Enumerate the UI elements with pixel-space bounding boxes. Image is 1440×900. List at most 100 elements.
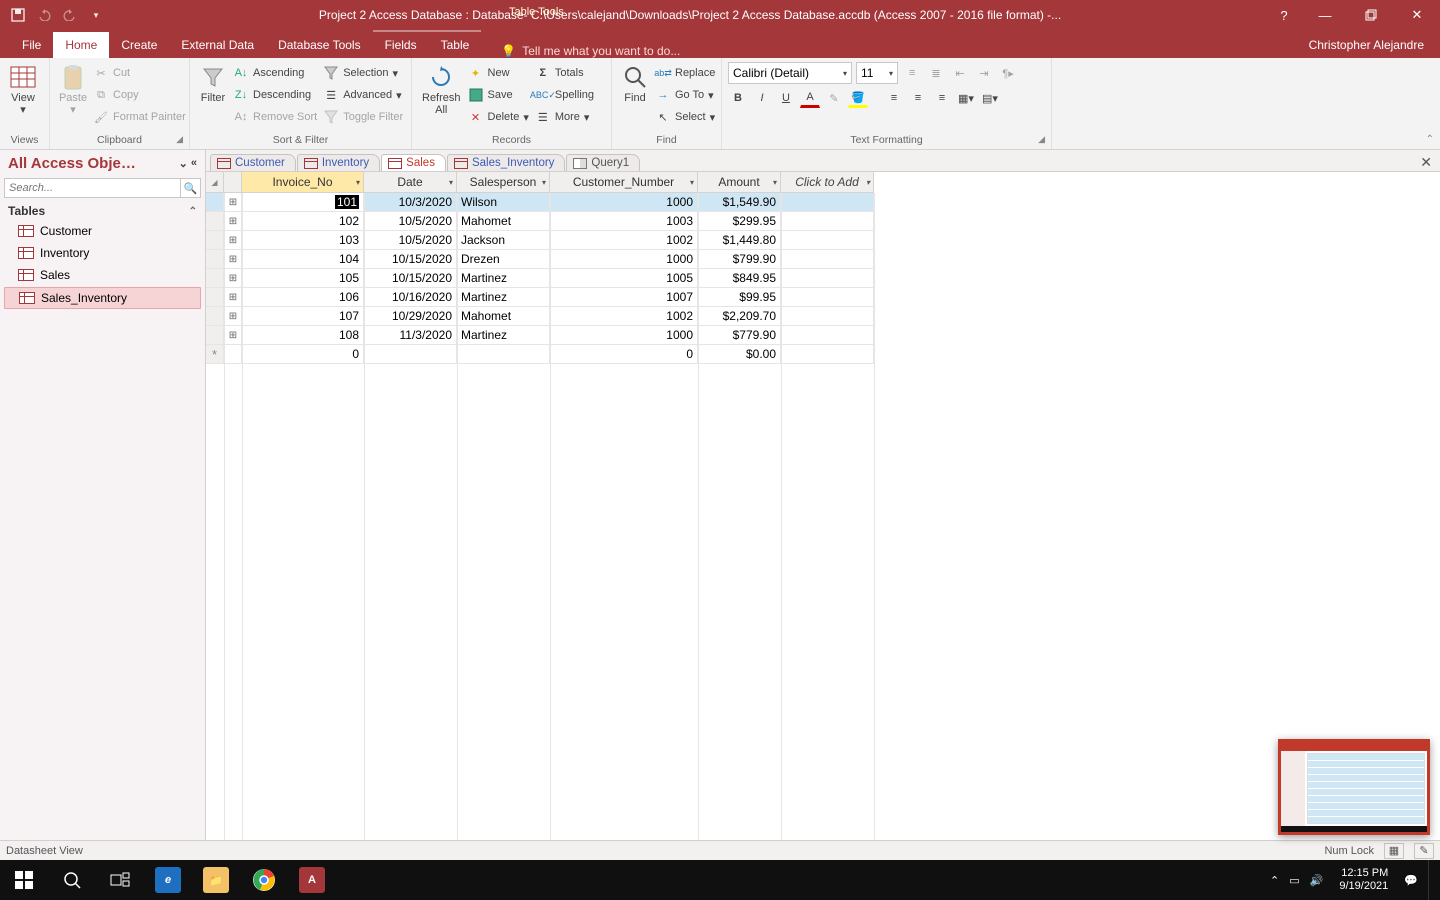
cell-salesperson[interactable]: Drezen: [457, 250, 550, 269]
decrease-indent-button[interactable]: ⇤: [950, 63, 970, 83]
expand-row-button[interactable]: ⊞: [224, 307, 242, 326]
bullets-button[interactable]: ≡: [902, 63, 922, 83]
cell-date[interactable]: 10/15/2020: [364, 250, 457, 269]
close-button[interactable]: ✕: [1394, 0, 1440, 30]
alt-row-color-button[interactable]: ▤▾: [980, 88, 1000, 108]
cell-empty[interactable]: [781, 212, 874, 231]
expand-row-button[interactable]: ⊞: [224, 326, 242, 345]
objtab-inventory[interactable]: Inventory: [297, 154, 380, 171]
cell-empty[interactable]: [781, 345, 874, 364]
col-amount[interactable]: Amount▾: [698, 172, 781, 193]
expand-row-button[interactable]: ⊞: [224, 288, 242, 307]
bold-button[interactable]: B: [728, 88, 748, 108]
objtab-sales-inventory[interactable]: Sales_Inventory: [447, 154, 565, 171]
cell-customer-number[interactable]: 1000: [550, 250, 698, 269]
row-selector[interactable]: [206, 193, 224, 212]
col-invoice-no[interactable]: Invoice_No▾: [242, 172, 364, 193]
highlight-button[interactable]: ✎: [824, 88, 844, 108]
align-right-button[interactable]: ≡: [932, 88, 952, 108]
taskbar-access[interactable]: A: [288, 860, 336, 900]
align-center-button[interactable]: ≡: [908, 88, 928, 108]
cell-empty[interactable]: [781, 250, 874, 269]
nav-item-inventory[interactable]: Inventory: [4, 243, 201, 263]
row-selector[interactable]: [206, 212, 224, 231]
remove-sort-button[interactable]: A↕Remove Sort: [230, 106, 320, 128]
nav-collapse-button[interactable]: «: [191, 157, 197, 170]
expand-row-button[interactable]: ⊞: [224, 231, 242, 250]
cell-empty[interactable]: [781, 326, 874, 345]
align-left-button[interactable]: ≡: [884, 88, 904, 108]
col-date[interactable]: Date▾: [364, 172, 457, 193]
taskbar-explorer[interactable]: 📁: [192, 860, 240, 900]
nav-item-sales[interactable]: Sales: [4, 265, 201, 285]
cell-empty[interactable]: [781, 269, 874, 288]
cell-empty[interactable]: [781, 307, 874, 326]
row-selector[interactable]: [206, 250, 224, 269]
spelling-button[interactable]: ABC✓Spelling: [532, 84, 597, 106]
refresh-all-button[interactable]: Refresh All: [418, 62, 465, 118]
font-color-button[interactable]: A: [800, 88, 820, 108]
expand-row-button[interactable]: ⊞: [224, 250, 242, 269]
select-all-cell[interactable]: ◢: [206, 172, 224, 193]
cell-amount[interactable]: $299.95: [698, 212, 781, 231]
redo-button[interactable]: [58, 3, 82, 27]
tray-chevron-icon[interactable]: ⌃: [1270, 874, 1279, 887]
maximize-button[interactable]: [1348, 0, 1394, 30]
tray-network-icon[interactable]: ▭: [1289, 874, 1299, 887]
cell-customer-number[interactable]: 1005: [550, 269, 698, 288]
row-selector[interactable]: [206, 288, 224, 307]
view-button[interactable]: View▾: [6, 62, 40, 118]
underline-button[interactable]: U: [776, 88, 796, 108]
cut-button[interactable]: ✂Cut: [90, 62, 189, 84]
cell-customer-number[interactable]: 1002: [550, 231, 698, 250]
advanced-button[interactable]: ☰Advanced ▾: [320, 84, 406, 106]
cell-date[interactable]: 10/5/2020: [364, 231, 457, 250]
cell-date[interactable]: 10/5/2020: [364, 212, 457, 231]
objtab-query1[interactable]: Query1: [566, 154, 640, 171]
minimize-button[interactable]: ―: [1302, 0, 1348, 30]
descending-button[interactable]: Z↓Descending: [230, 84, 320, 106]
delete-button[interactable]: ✕Delete ▾: [465, 106, 532, 128]
cell-salesperson[interactable]: [457, 345, 550, 364]
cell-empty[interactable]: [781, 288, 874, 307]
tab-file[interactable]: File: [10, 32, 53, 58]
search-button[interactable]: [48, 860, 96, 900]
cell-customer-number[interactable]: 1000: [550, 326, 698, 345]
copy-button[interactable]: ⧉Copy: [90, 84, 189, 106]
cell-invoice-no[interactable]: 106: [242, 288, 364, 307]
fill-color-button[interactable]: 🪣: [848, 88, 868, 108]
italic-button[interactable]: I: [752, 88, 772, 108]
cell-date[interactable]: 10/3/2020: [364, 193, 457, 212]
taskbar-clock[interactable]: 12:15 PM 9/19/2021: [1333, 867, 1394, 893]
numbering-button[interactable]: ≣: [926, 63, 946, 83]
cell-customer-number[interactable]: 1003: [550, 212, 698, 231]
save-icon[interactable]: [6, 3, 30, 27]
clipboard-dialog-launcher[interactable]: ◢: [176, 134, 183, 145]
cell-empty[interactable]: [781, 231, 874, 250]
nav-group-tables[interactable]: Tables⌃: [0, 200, 205, 220]
cell-amount[interactable]: $99.95: [698, 288, 781, 307]
increase-indent-button[interactable]: ⇥: [974, 63, 994, 83]
taskbar-ie[interactable]: e: [144, 860, 192, 900]
show-desktop-button[interactable]: [1428, 860, 1434, 900]
cell-salesperson[interactable]: Martinez: [457, 288, 550, 307]
action-center-button[interactable]: 💬: [1404, 874, 1418, 887]
col-salesperson[interactable]: Salesperson▾: [457, 172, 550, 193]
cell-amount[interactable]: $799.90: [698, 250, 781, 269]
cell-customer-number[interactable]: 0: [550, 345, 698, 364]
filter-button[interactable]: Filter: [196, 62, 230, 106]
expand-row-button[interactable]: ⊞: [224, 212, 242, 231]
cell-salesperson[interactable]: Martinez: [457, 326, 550, 345]
cell-salesperson[interactable]: Martinez: [457, 269, 550, 288]
new-record-button[interactable]: ✦New: [465, 62, 532, 84]
cell-amount[interactable]: $0.00: [698, 345, 781, 364]
replace-button[interactable]: ab⇄Replace: [652, 62, 718, 84]
cell-date[interactable]: 10/15/2020: [364, 269, 457, 288]
text-direction-button[interactable]: ¶▸: [998, 63, 1018, 83]
help-button[interactable]: ?: [1266, 0, 1302, 30]
undo-button[interactable]: [32, 3, 56, 27]
goto-button[interactable]: →Go To ▾: [652, 84, 718, 106]
cell-amount[interactable]: $2,209.70: [698, 307, 781, 326]
ascending-button[interactable]: A↓Ascending: [230, 62, 320, 84]
objtab-customer[interactable]: Customer: [210, 154, 296, 171]
